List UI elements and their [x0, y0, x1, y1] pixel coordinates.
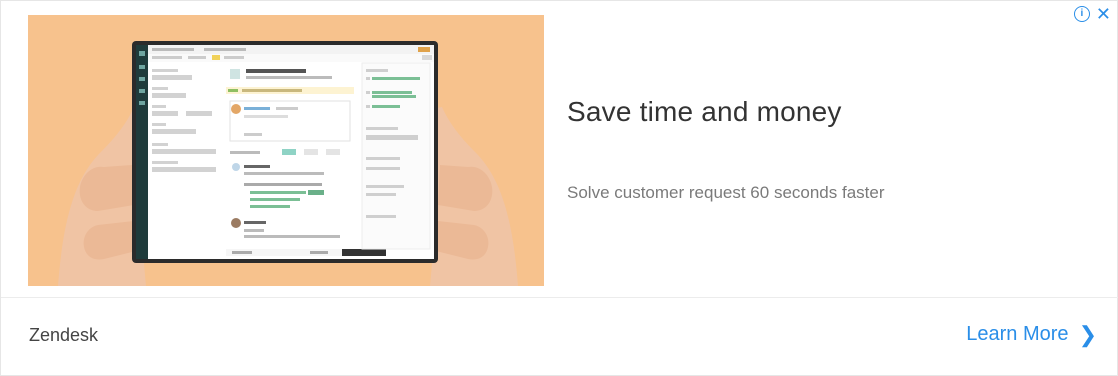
advertiser-name: Zendesk	[29, 325, 99, 345]
ad-choices[interactable]: i ✕	[1073, 5, 1111, 23]
footer-divider	[1, 297, 1118, 298]
learn-more-label: Learn More	[966, 323, 1069, 345]
ad-description: Solve customer request 60 seconds faster	[567, 183, 885, 202]
hero-image[interactable]	[28, 15, 544, 286]
ad-container[interactable]: i ✕ Save time and money Solve customer r…	[0, 0, 1118, 376]
close-icon[interactable]: ✕	[1096, 5, 1111, 23]
info-icon[interactable]: i	[1073, 6, 1090, 22]
chevron-right-icon: ❯	[1078, 321, 1097, 347]
hands-holding-tablet-illustration	[28, 15, 544, 286]
ad-headline[interactable]: Save time and money	[567, 96, 842, 128]
learn-more-button[interactable]: Learn More ❯	[966, 323, 1097, 346]
